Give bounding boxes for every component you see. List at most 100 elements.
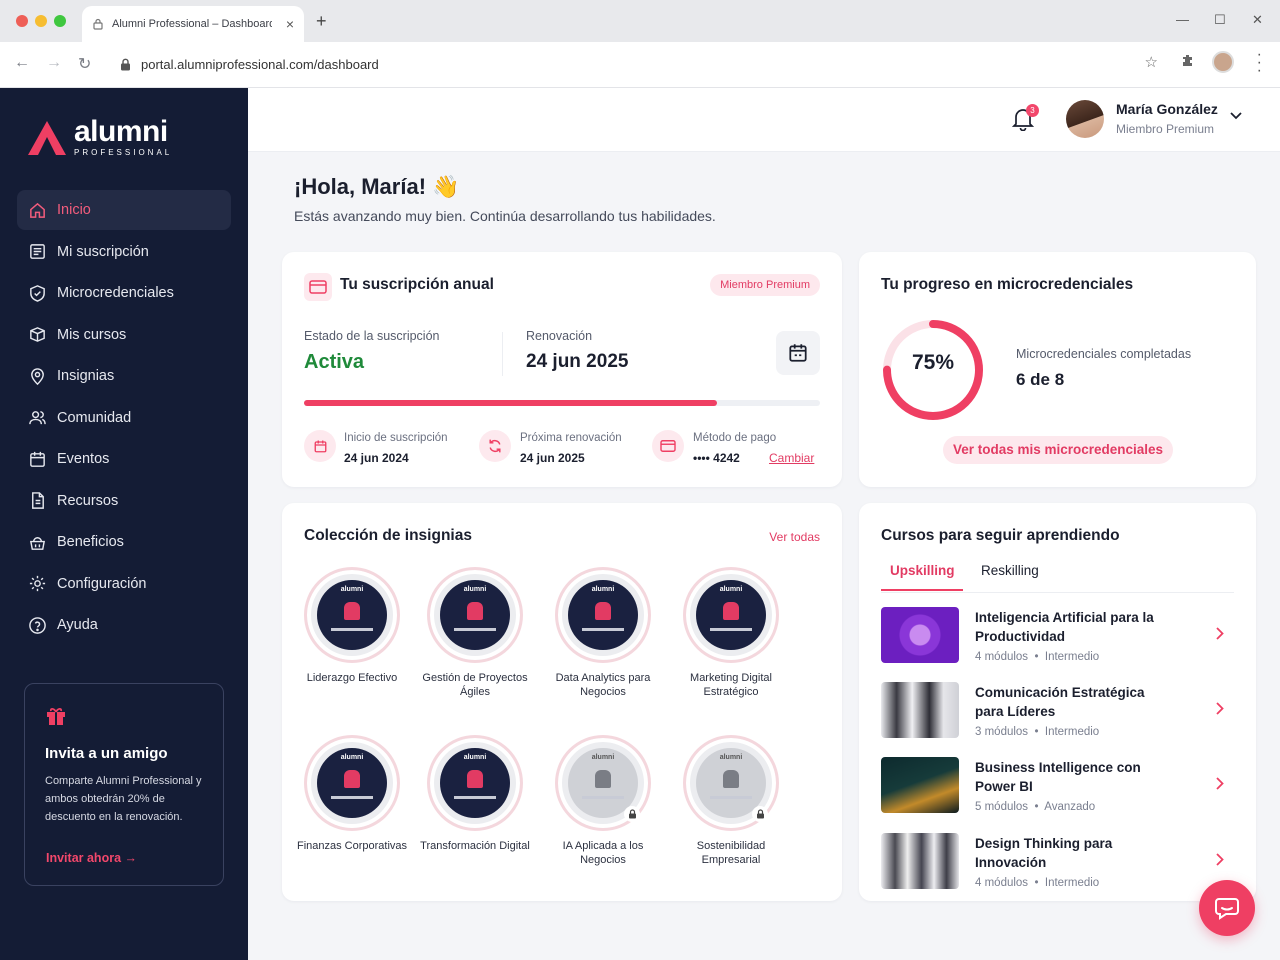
badge-item[interactable]: alumni Finanzas Corporativas [288, 735, 416, 853]
sidebar-item-label: Ayuda [57, 617, 98, 633]
badge-ribbon [454, 796, 496, 799]
back-icon[interactable]: ← [14, 54, 30, 72]
page-title: ¡Hola, María! 👋 [294, 174, 460, 199]
badge-medal: alumni [304, 735, 400, 831]
url-bar[interactable]: portal.alumniprofessional.com/dashboard [106, 49, 1166, 79]
sidebar-item-suscripcion[interactable]: Mi suscripción [17, 232, 231, 272]
course-item[interactable]: Comunicación Estratégica para Líderes 3 … [881, 682, 1234, 738]
badge-emblem-icon [723, 602, 739, 620]
course-level: Intermedio [1044, 877, 1100, 889]
tabs-divider [881, 592, 1234, 593]
course-thumbnail [881, 833, 959, 889]
close-icon[interactable]: ✕ [1252, 12, 1263, 28]
badge-item[interactable]: alumni IA Aplicada a los Negocios [539, 735, 667, 867]
course-level: Intermedio [1044, 651, 1100, 663]
reload-icon[interactable]: ↻ [78, 54, 91, 74]
credentials-value: 6 de 8 [1016, 370, 1065, 389]
badge-brand: alumni [463, 754, 487, 761]
see-all-link[interactable]: Ver todas [769, 530, 820, 544]
maximize-window-icon[interactable] [54, 15, 66, 27]
chevron-right-icon [1216, 702, 1224, 715]
course-meta: 4 módulos • Intermedio [975, 877, 1100, 889]
status-value: Activa [304, 351, 365, 373]
course-modules: 4 módulos [975, 877, 1029, 889]
browser-profile-avatar[interactable] [1212, 51, 1234, 73]
badge-item[interactable]: alumni Marketing Digital Estratégico [667, 567, 795, 699]
start-value: 24 jun 2024 [344, 451, 409, 465]
badge-emblem-icon [595, 770, 611, 788]
close-window-icon[interactable] [16, 15, 28, 27]
badge-brand: alumni [340, 754, 364, 761]
sidebar-item-inicio[interactable]: Inicio [17, 190, 231, 230]
minimize-window-icon[interactable] [35, 15, 47, 27]
new-tab-icon[interactable]: + [316, 11, 327, 32]
extensions-icon[interactable] [1180, 53, 1196, 69]
badge-medal-center: alumni [317, 748, 387, 818]
renewal-label: Renovación [526, 329, 593, 343]
sidebar-item-cursos[interactable]: Mis cursos [17, 315, 231, 355]
course-thumbnail [881, 607, 959, 663]
tab-upskilling[interactable]: Upskilling [890, 563, 955, 578]
gear-icon [29, 575, 46, 592]
browser-menu-icon[interactable]: · · · [1257, 47, 1262, 79]
badge-item[interactable]: alumni Sostenibilidad Empresarial [667, 735, 795, 867]
change-payment-link[interactable]: Cambiar [769, 451, 814, 465]
sidebar-item-microcredenciales[interactable]: Microcredenciales [17, 273, 231, 313]
shield-icon [30, 284, 45, 302]
badge-name: Finanzas Corporativas [296, 840, 408, 852]
invite-link[interactable]: Invitar ahora → [46, 851, 137, 865]
calendar-icon [789, 344, 807, 362]
badge-medal: alumni [427, 567, 523, 663]
restore-icon[interactable]: ☐ [1214, 12, 1226, 28]
sidebar-item-label: Insignias [57, 368, 115, 384]
badge-item[interactable]: alumni Liderazgo Efectivo [288, 567, 416, 685]
course-item[interactable]: Business Intelligence con Power BI 5 mód… [881, 757, 1234, 813]
bookmark-star-icon[interactable]: ☆ [1145, 53, 1158, 71]
sidebar-item-eventos[interactable]: Eventos [17, 439, 231, 479]
user-name[interactable]: María González [1116, 101, 1218, 117]
sidebar-item-label: Comunidad [57, 409, 132, 426]
logo[interactable]: alumni PROFESSIONAL [26, 117, 172, 157]
credit-card-icon [660, 440, 676, 452]
course-title: Inteligencia Artificial para la Producti… [975, 610, 1154, 644]
tab-reskilling[interactable]: Reskilling [981, 563, 1039, 578]
browser-tab[interactable]: Alumni Professional – Dashboard × [82, 6, 304, 42]
minimize-icon[interactable]: — [1176, 12, 1189, 27]
sidebar-item-insignias[interactable]: Insignias [17, 356, 231, 396]
badge-item[interactable]: alumni Transformación Digital [411, 735, 539, 853]
page-subtitle: Estás avanzando muy bien. Continúa desar… [294, 208, 716, 224]
sidebar-item-comunidad[interactable]: Comunidad [17, 398, 231, 438]
course-thumbnail [881, 757, 959, 813]
course-meta: 5 módulos • Avanzado [975, 801, 1096, 813]
chat-button[interactable] [1199, 880, 1255, 936]
badge-item[interactable]: alumni Data Analytics para Negocios [539, 567, 667, 699]
badge-emblem-icon [467, 770, 483, 788]
sidebar-item-label: Recursos [57, 492, 119, 509]
badge-item[interactable]: alumni Gestión de Proyectos Ágiles [411, 567, 539, 699]
sidebar-item-configuracion[interactable]: Configuración [17, 564, 231, 604]
course-item[interactable]: Design Thinking para Innovación 4 módulo… [881, 833, 1234, 889]
badge-medal: alumni [304, 567, 400, 663]
chevron-down-icon[interactable] [1230, 112, 1242, 120]
sidebar-item-ayuda[interactable]: Ayuda [17, 605, 231, 645]
sidebar-item-recursos[interactable]: Recursos [17, 481, 231, 521]
badge-ribbon [710, 796, 752, 799]
sidebar-item-beneficios[interactable]: Beneficios [17, 522, 231, 562]
active-tab-indicator [881, 589, 963, 591]
view-microcredentials-button[interactable]: Ver todas mis microcredenciales [943, 436, 1173, 464]
badge-brand: alumni [719, 754, 743, 761]
forward-icon[interactable]: → [46, 54, 62, 72]
close-tab-icon[interactable]: × [286, 16, 294, 32]
browser-tabstrip: Alumni Professional – Dashboard × + — ☐ … [0, 0, 1280, 42]
notification-badge: 3 [1026, 104, 1039, 117]
avatar[interactable] [1066, 100, 1104, 138]
calendar-button[interactable] [776, 331, 820, 375]
sidebar-item-label: Mis cursos [57, 326, 127, 343]
badge-ribbon [454, 628, 496, 631]
chevron-right-icon [1216, 627, 1224, 640]
course-item[interactable]: Inteligencia Artificial para la Producti… [881, 607, 1234, 663]
badge-emblem-icon [467, 602, 483, 620]
badge-brand: alumni [463, 586, 487, 593]
help-icon [29, 616, 46, 634]
badge-name: Gestión de Proyectos Ágiles [422, 672, 528, 698]
